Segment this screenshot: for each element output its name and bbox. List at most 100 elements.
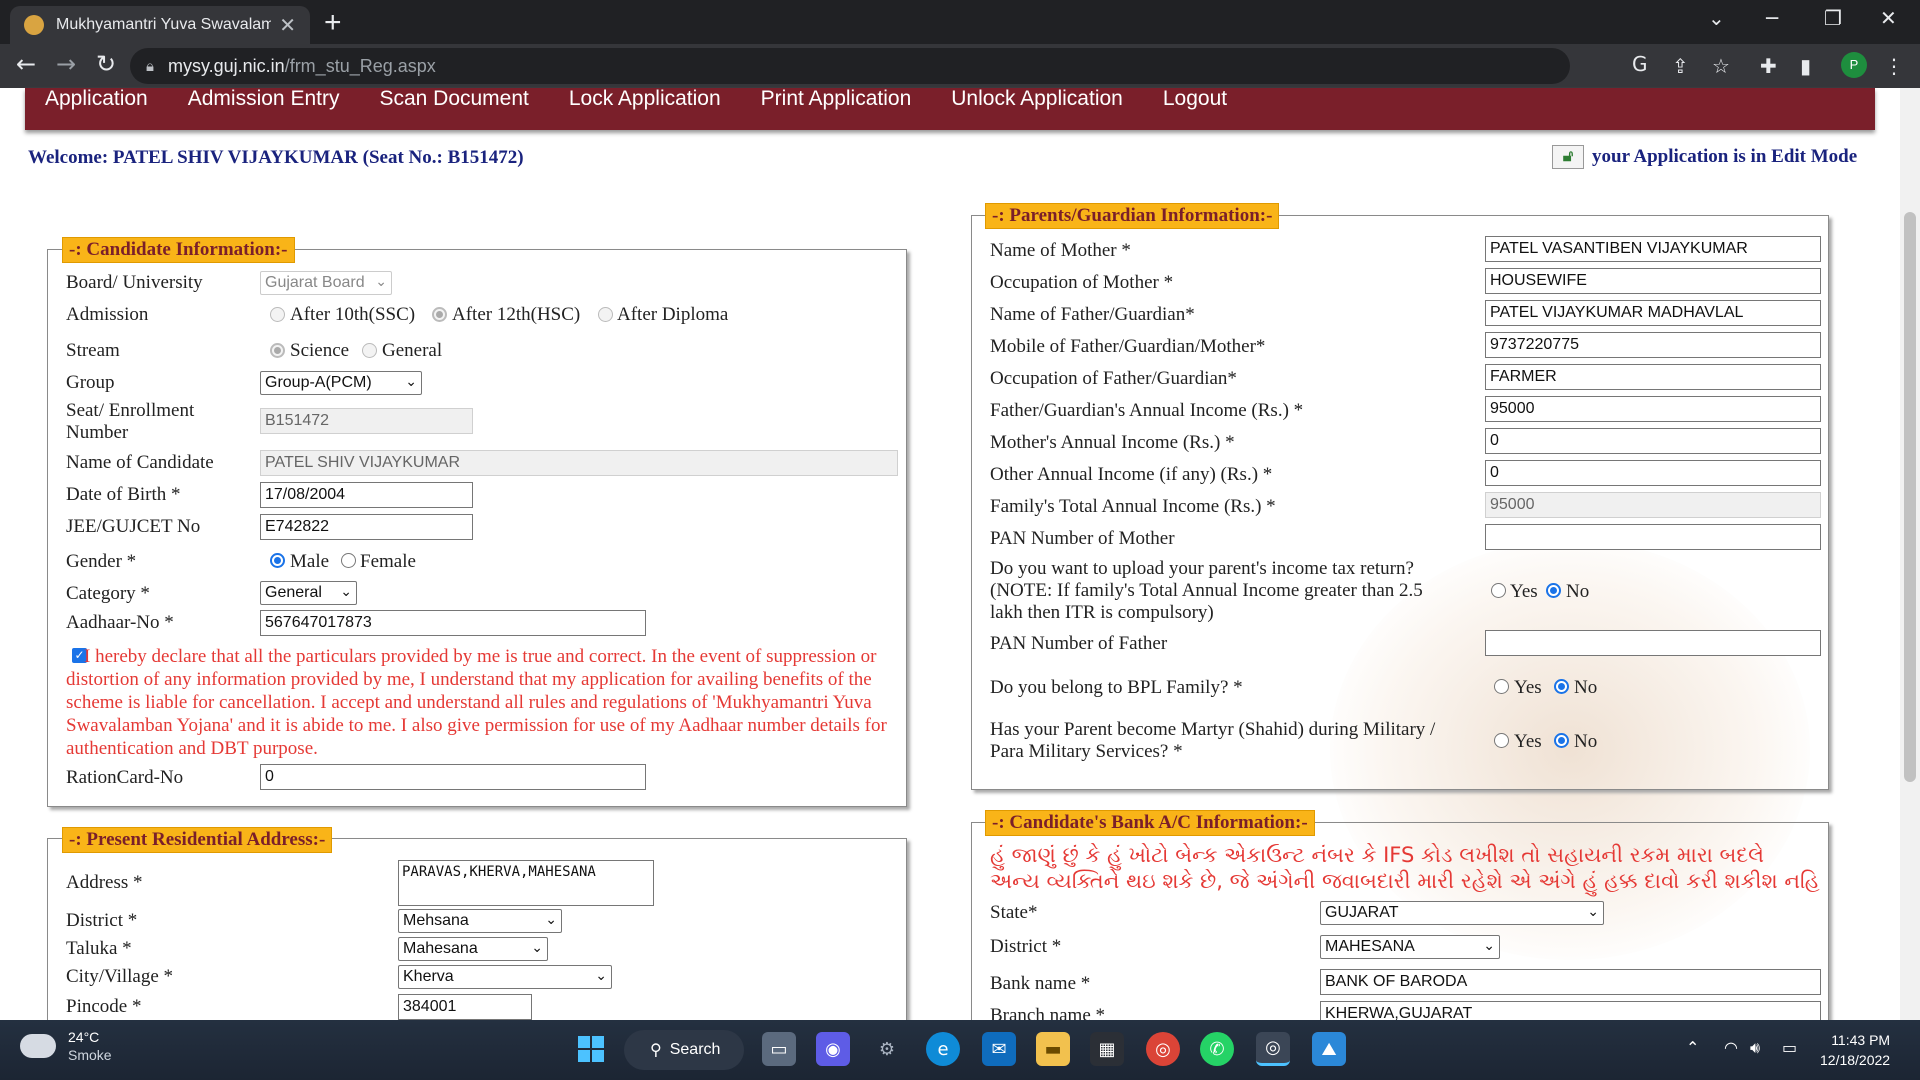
chrome-profile-icon[interactable]: ◎ xyxy=(1256,1032,1290,1066)
father-pan-field[interactable] xyxy=(1485,630,1821,656)
itr-no-radio[interactable] xyxy=(1546,583,1561,598)
district-select[interactable]: Mehsana ⌄ xyxy=(398,909,562,933)
file-explorer-icon[interactable]: ▬ xyxy=(1036,1032,1070,1066)
side-panel-icon[interactable]: ▮ xyxy=(1800,54,1811,78)
admission-hsc-radio[interactable] xyxy=(432,307,447,322)
mother-occupation-field[interactable]: HOUSEWIFE xyxy=(1485,268,1821,294)
reload-icon[interactable]: ↻ xyxy=(96,50,116,78)
mail-icon[interactable]: ✉ xyxy=(982,1032,1016,1066)
city-value: Kherva xyxy=(403,968,454,985)
wifi-icon[interactable]: ◠ xyxy=(1724,1038,1738,1057)
store-icon[interactable]: ▦ xyxy=(1090,1032,1124,1066)
teams-chat-icon[interactable]: ◉ xyxy=(816,1032,850,1066)
menu-application[interactable]: Application xyxy=(45,88,148,110)
forward-icon[interactable]: → xyxy=(56,50,76,78)
scrollbar-thumb[interactable] xyxy=(1904,212,1916,782)
ration-label: RationCard-No xyxy=(66,767,184,788)
restore-icon[interactable]: ❐ xyxy=(1824,6,1842,30)
menu-scan-document[interactable]: Scan Document xyxy=(379,88,528,110)
bank-name-field[interactable]: BANK OF BARODA xyxy=(1320,969,1821,995)
group-select[interactable]: Group-A(PCM) ⌄ xyxy=(260,371,422,395)
start-icon[interactable] xyxy=(574,1032,608,1066)
admission-ssc-radio[interactable] xyxy=(270,307,285,322)
martyr-no-radio[interactable] xyxy=(1554,733,1569,748)
total-income-label: Family's Total Annual Income (Rs.) * xyxy=(990,496,1276,517)
stream-science-radio[interactable] xyxy=(270,343,285,358)
browser-menu-icon[interactable]: ⋮ xyxy=(1884,54,1904,78)
main-menu: Application Admission Entry Scan Documen… xyxy=(25,88,1875,130)
share-icon[interactable]: ⇪ xyxy=(1672,54,1689,78)
url-path: /frm_stu_Reg.aspx xyxy=(284,55,436,76)
browser-tab[interactable]: Mukhyamantri Yuva Swavalamban ✕ xyxy=(10,6,310,44)
mother-pan-field[interactable] xyxy=(1485,524,1821,550)
edit-mode-status: 🔓︎ your Application is in Edit Mode xyxy=(1552,145,1857,169)
extensions-icon[interactable]: ✚ xyxy=(1760,54,1777,78)
father-occupation-field[interactable]: FARMER xyxy=(1485,364,1821,390)
browser-toolbar: ← → ↻ 🔒︎ mysy.guj.nic.in/frm_stu_Reg.asp… xyxy=(0,44,1920,88)
taluka-select[interactable]: Mahesana ⌄ xyxy=(398,937,548,961)
district-value: Mehsana xyxy=(403,912,469,929)
bank-district-select[interactable]: MAHESANA ⌄ xyxy=(1320,935,1500,959)
weather-widget[interactable]: 24°C Smoke xyxy=(16,1026,112,1064)
bpl-no-radio[interactable] xyxy=(1554,679,1569,694)
board-select[interactable]: Gujarat Board ⌄ xyxy=(260,271,392,295)
stream-science-label: Science xyxy=(290,340,350,361)
bank-state-label: State* xyxy=(990,902,1038,923)
gender-male-radio[interactable] xyxy=(270,553,285,568)
close-window-icon[interactable]: ✕ xyxy=(1880,6,1897,30)
whatsapp-icon[interactable]: ✆ xyxy=(1200,1032,1234,1066)
father-income-field[interactable]: 95000 xyxy=(1485,396,1821,422)
task-view-icon[interactable]: ▭ xyxy=(762,1032,796,1066)
volume-icon[interactable]: 🔊︎ xyxy=(1750,1038,1760,1058)
google-translate-icon[interactable]: G xyxy=(1632,52,1648,76)
battery-icon[interactable]: ▭ xyxy=(1782,1038,1797,1057)
other-income-field[interactable]: 0 xyxy=(1485,460,1821,486)
tab-search-icon[interactable]: ⌄ xyxy=(1708,6,1725,30)
dob-field[interactable]: 17/08/2004 xyxy=(260,482,473,508)
mother-name-field[interactable]: PATEL VASANTIBEN VIJAYKUMAR xyxy=(1485,236,1821,262)
menu-lock-application[interactable]: Lock Application xyxy=(569,88,721,110)
admission-diploma-radio[interactable] xyxy=(598,307,613,322)
show-hidden-icons[interactable]: ⌃ xyxy=(1686,1038,1699,1057)
back-icon[interactable]: ← xyxy=(16,50,36,78)
total-income-field[interactable]: 95000 xyxy=(1485,492,1821,518)
gender-female-radio[interactable] xyxy=(341,553,356,568)
itr-yes-radio[interactable] xyxy=(1491,583,1506,598)
jee-field[interactable]: E742822 xyxy=(260,514,473,540)
taskbar-clock[interactable]: 11:43 PM 12/18/2022 xyxy=(1820,1030,1890,1070)
mother-income-field[interactable]: 0 xyxy=(1485,428,1821,454)
menu-admission-entry[interactable]: Admission Entry xyxy=(188,88,340,110)
minimize-icon[interactable]: ─ xyxy=(1766,6,1778,30)
profile-avatar[interactable]: P xyxy=(1841,52,1867,78)
bookmark-star-icon[interactable]: ☆ xyxy=(1712,54,1730,78)
pincode-field[interactable]: 384001 xyxy=(398,994,532,1020)
taskbar-search[interactable]: ⚲ Search xyxy=(624,1030,744,1070)
chrome-icon[interactable]: ◎ xyxy=(1146,1032,1180,1066)
menu-unlock-application[interactable]: Unlock Application xyxy=(951,88,1123,110)
menu-print-application[interactable]: Print Application xyxy=(761,88,912,110)
mobile-field[interactable]: 9737220775 xyxy=(1485,332,1821,358)
chevron-down-icon: ⌄ xyxy=(1587,903,1599,919)
martyr-yes-radio[interactable] xyxy=(1494,733,1509,748)
aadhaar-field[interactable]: 567647017873 xyxy=(260,610,646,636)
city-select[interactable]: Kherva ⌄ xyxy=(398,965,612,989)
category-select[interactable]: General ⌄ xyxy=(260,581,357,605)
seat-number-field[interactable]: B151472 xyxy=(260,408,473,434)
settings-icon[interactable]: ⚙ xyxy=(870,1032,904,1066)
menu-logout[interactable]: Logout xyxy=(1163,88,1227,110)
bpl-yes-radio[interactable] xyxy=(1494,679,1509,694)
itr-yes-label: Yes xyxy=(1510,581,1538,602)
address-bar[interactable]: 🔒︎ mysy.guj.nic.in/frm_stu_Reg.aspx xyxy=(130,48,1570,84)
bank-state-select[interactable]: GUJARAT ⌄ xyxy=(1320,901,1604,925)
close-tab-icon[interactable]: ✕ xyxy=(279,13,296,38)
stream-general-radio[interactable] xyxy=(362,343,377,358)
new-tab-icon[interactable]: + xyxy=(324,6,342,40)
candidate-name-field[interactable]: PATEL SHIV VIJAYKUMAR xyxy=(260,450,898,476)
edge-icon[interactable]: e xyxy=(926,1032,960,1066)
ration-field[interactable]: 0 xyxy=(260,764,646,790)
board-value: Gujarat Board xyxy=(265,274,365,291)
father-name-field[interactable]: PATEL VIJAYKUMAR MADHAVLAL xyxy=(1485,300,1821,326)
address-textarea[interactable]: PARAVAS,KHERVA,MAHESANA xyxy=(398,860,654,906)
photos-icon[interactable]: ⛰ xyxy=(1312,1032,1346,1066)
pincode-label: Pincode * xyxy=(66,996,142,1017)
